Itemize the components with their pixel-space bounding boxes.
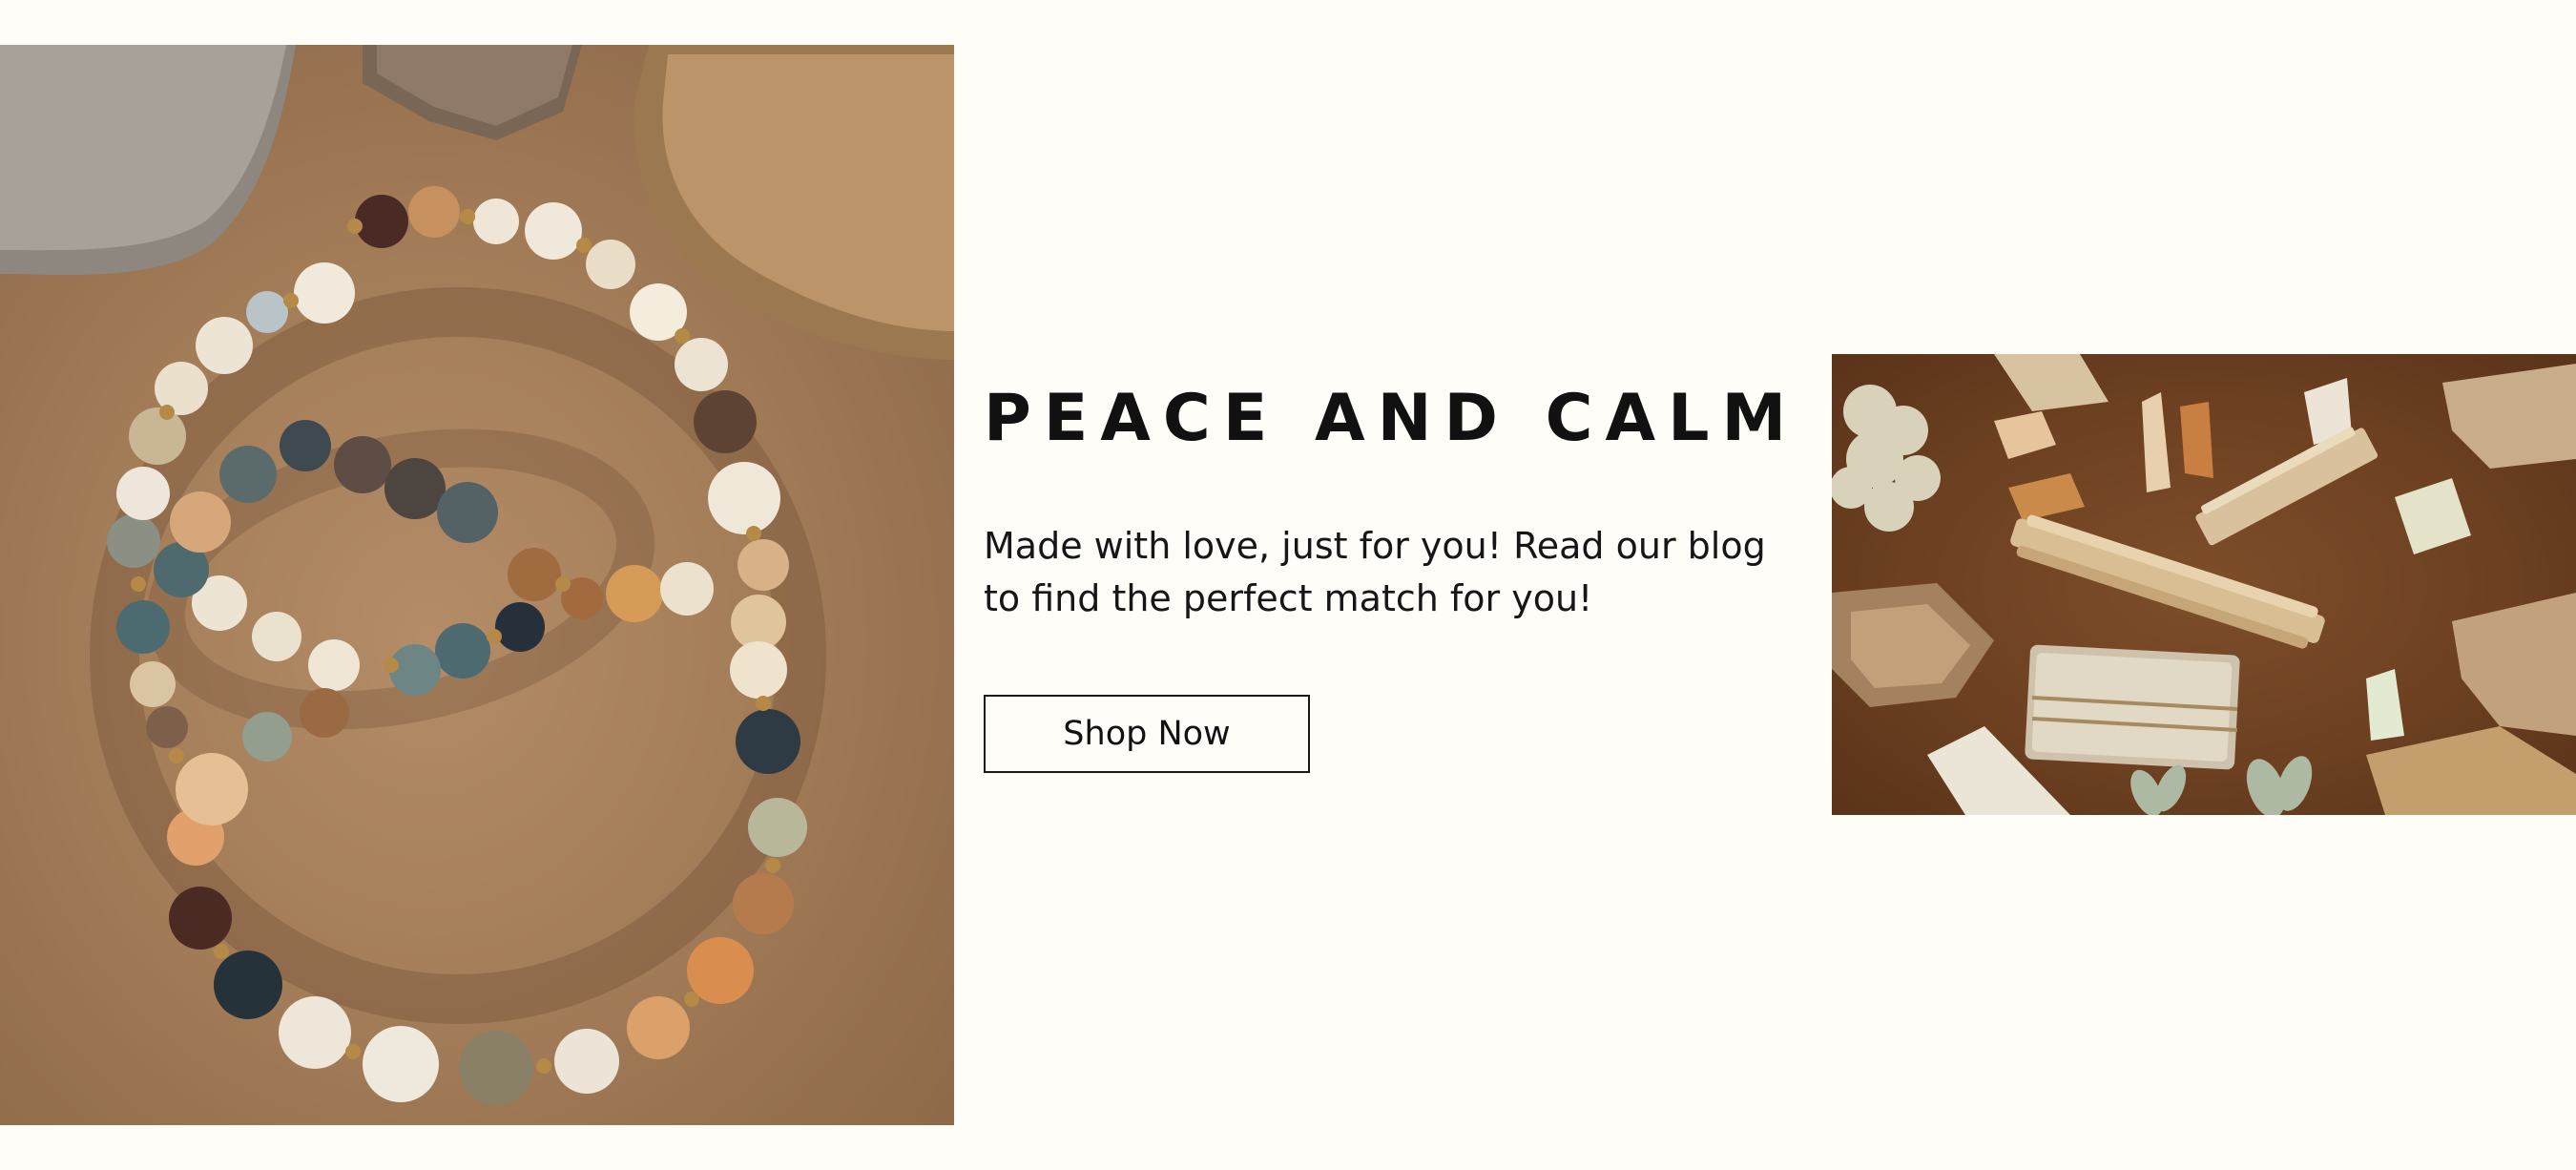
shop-now-button[interactable]: Shop Now [984, 695, 1310, 773]
herbs-illustration [1832, 354, 2576, 815]
hero-section: PEACE AND CALM Made with love, just for … [0, 0, 2576, 1170]
hero-description: Made with love, just for you! Read our b… [984, 525, 1766, 619]
bracelets-illustration [0, 45, 954, 1105]
hero-headline: PEACE AND CALM [984, 381, 1799, 456]
bracelets-photo [0, 45, 954, 1125]
crystals-and-palo-santo-photo [1832, 354, 2576, 815]
